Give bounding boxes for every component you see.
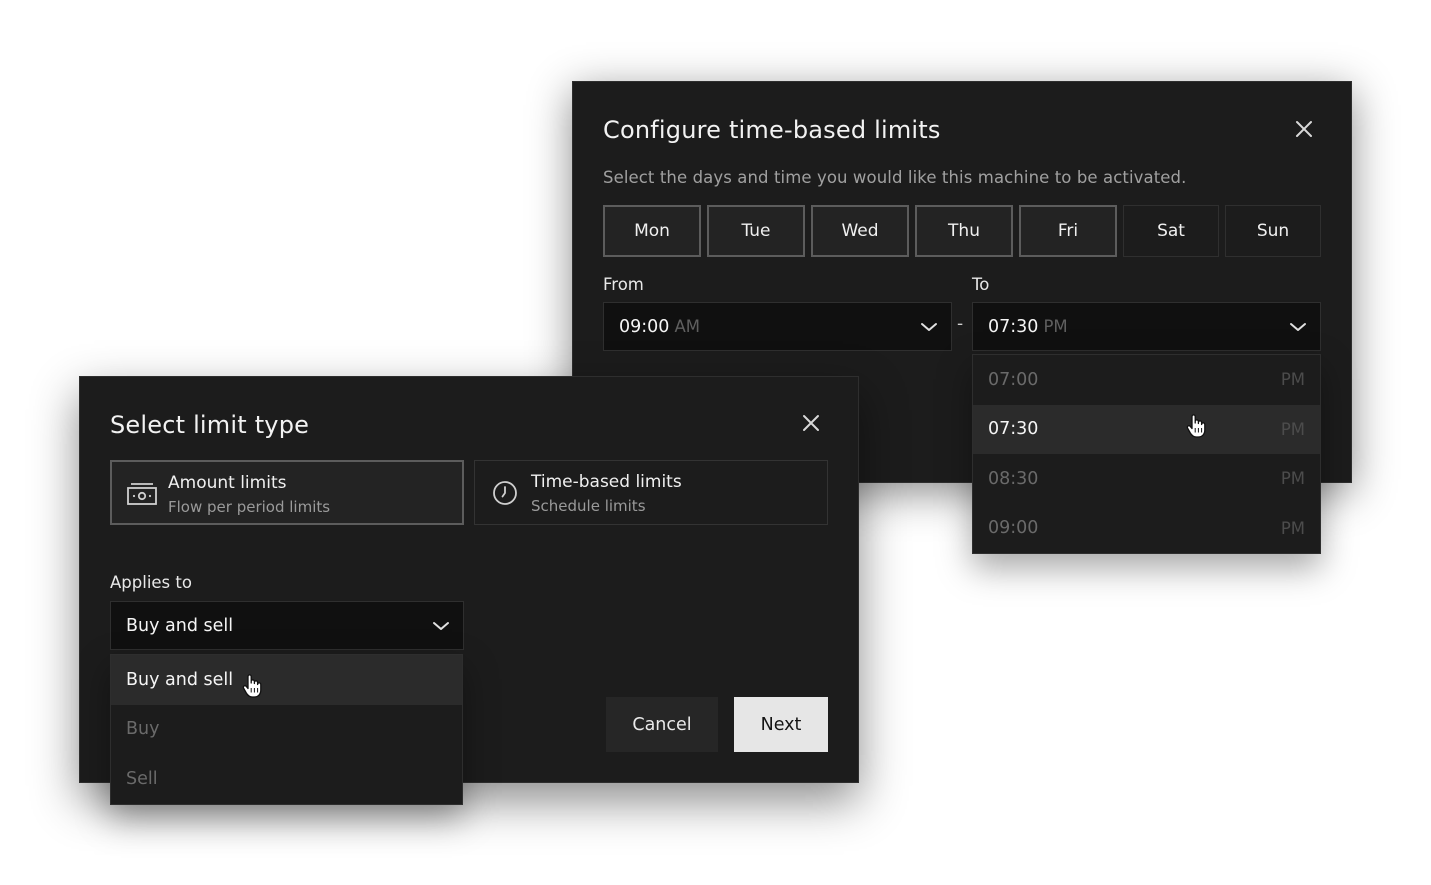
applies-option-label: Sell [126, 768, 158, 789]
applies-option-selected[interactable]: Buy and sell [111, 655, 462, 705]
applies-to-value: Buy and sell [126, 615, 234, 636]
range-separator: - [957, 314, 964, 334]
day-button-sat[interactable]: Sat [1123, 205, 1219, 257]
chevron-down-icon [1288, 318, 1308, 336]
day-button-wed[interactable]: Wed [811, 205, 909, 257]
close-icon[interactable] [1293, 118, 1315, 140]
time-option-value: 08:30 [988, 468, 1039, 489]
hand-cursor-icon [1185, 413, 1207, 439]
from-ampm: AM [674, 317, 700, 336]
chevron-down-icon [919, 318, 939, 336]
amount-limits-option[interactable]: Amount limits Flow per period limits [110, 460, 464, 525]
time-option-selected[interactable]: 07:30 PM [973, 404, 1320, 454]
day-selector: Mon Tue Wed Thu Fri Sat Sun [603, 205, 1321, 257]
day-button-tue[interactable]: Tue [707, 205, 805, 257]
option-description: Schedule limits [531, 497, 646, 515]
time-option-ampm: PM [1280, 469, 1305, 489]
applies-to-label: Applies to [110, 573, 192, 592]
time-option-value: 07:00 [988, 369, 1039, 390]
day-button-fri[interactable]: Fri [1019, 205, 1117, 257]
time-option-value: 07:30 [988, 419, 1039, 440]
day-button-thu[interactable]: Thu [915, 205, 1013, 257]
to-ampm: PM [1043, 317, 1068, 336]
cancel-button[interactable]: Cancel [606, 697, 718, 752]
day-button-mon[interactable]: Mon [603, 205, 701, 257]
to-time-value: 07:30 [988, 316, 1039, 337]
applies-option-label: Buy [126, 719, 160, 740]
day-button-sun[interactable]: Sun [1225, 205, 1321, 257]
hand-cursor-icon [241, 673, 263, 699]
time-option[interactable]: 08:30 PM [973, 454, 1320, 504]
next-button[interactable]: Next [734, 697, 828, 752]
applies-to-dropdown: Buy and sell Buy Sell [110, 654, 463, 805]
from-time-value: 09:00 [619, 316, 670, 337]
applies-option[interactable]: Sell [111, 754, 462, 804]
time-option-ampm: PM [1280, 370, 1305, 390]
from-label: From [603, 275, 644, 294]
time-option-value: 09:00 [988, 518, 1039, 539]
dialog-title: Select limit type [110, 411, 310, 439]
option-description: Flow per period limits [168, 498, 331, 516]
cash-icon [126, 480, 158, 508]
option-title: Time-based limits [531, 472, 682, 492]
time-option[interactable]: 07:00 PM [973, 355, 1320, 405]
applies-option[interactable]: Buy [111, 705, 462, 755]
to-label: To [972, 275, 990, 294]
applies-to-select[interactable]: Buy and sell [110, 601, 464, 650]
from-time-select[interactable]: 09:00 AM [603, 302, 952, 351]
chevron-down-icon [431, 617, 451, 635]
close-icon[interactable] [800, 412, 822, 434]
applies-option-label: Buy and sell [126, 669, 234, 690]
time-option-ampm: PM [1280, 518, 1305, 538]
time-based-limits-option[interactable]: Time-based limits Schedule limits [474, 460, 828, 525]
to-time-select[interactable]: 07:30 PM [972, 302, 1321, 351]
time-option[interactable]: 09:00 PM [973, 504, 1320, 554]
dialog-title: Configure time-based limits [603, 116, 941, 144]
to-time-dropdown: 07:00 PM 07:30 PM 08:30 PM 09:00 PM [972, 354, 1321, 554]
dialog-subtitle: Select the days and time you would like … [603, 168, 1187, 187]
option-title: Amount limits [168, 473, 287, 493]
clock-icon [489, 479, 521, 507]
time-option-ampm: PM [1280, 419, 1305, 439]
